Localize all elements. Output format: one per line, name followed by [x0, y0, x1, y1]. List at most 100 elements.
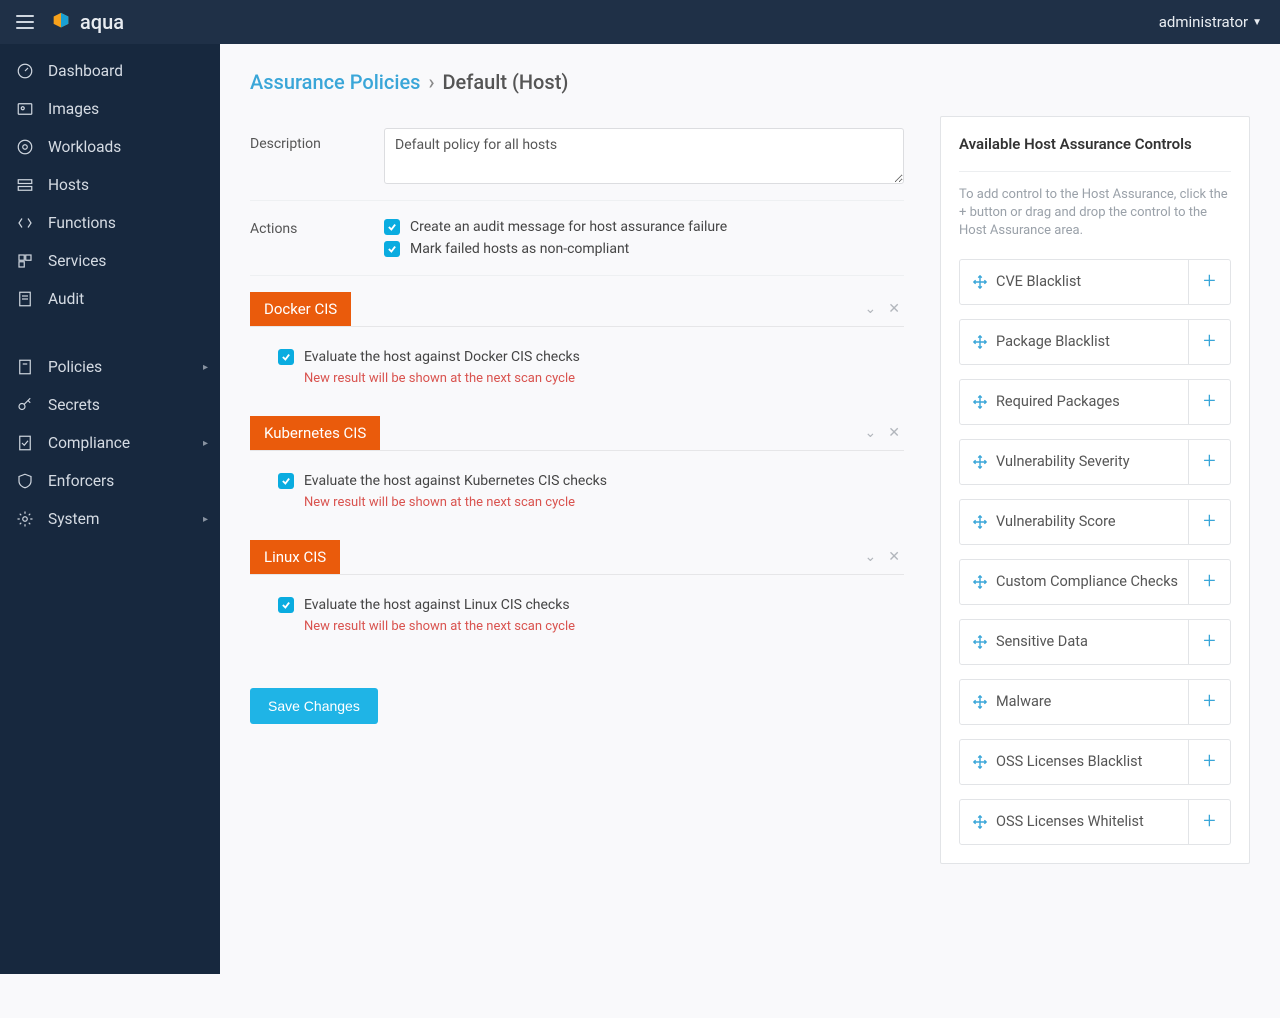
- sidebar-item-dashboard[interactable]: Dashboard: [0, 52, 220, 90]
- control-chip[interactable]: Sensitive Data +: [959, 619, 1231, 665]
- checkbox-row[interactable]: Create an audit message for host assuran…: [384, 219, 904, 235]
- nav-icon: [16, 100, 34, 118]
- cis-section: Linux CIS ⌄ ✕ Evaluate the host against …: [250, 540, 904, 648]
- cis-note: New result will be shown at the next sca…: [304, 619, 894, 634]
- chevron-down-icon[interactable]: ⌄: [865, 425, 877, 441]
- sidebar-item-hosts[interactable]: Hosts: [0, 166, 220, 204]
- sidebar-item-compliance[interactable]: Compliance ▸: [0, 424, 220, 462]
- sidebar: Dashboard Images Workloads Hosts Functio…: [0, 44, 220, 974]
- add-control-button[interactable]: +: [1188, 620, 1230, 664]
- sidebar-item-secrets[interactable]: Secrets: [0, 386, 220, 424]
- drag-icon[interactable]: [968, 755, 992, 769]
- nav-icon: [16, 396, 34, 414]
- drag-icon[interactable]: [968, 695, 992, 709]
- available-controls-title: Available Host Assurance Controls: [959, 135, 1231, 153]
- actions-label: Actions: [250, 213, 360, 237]
- add-control-button[interactable]: +: [1188, 560, 1230, 604]
- nav-icon: [16, 138, 34, 156]
- sidebar-item-services[interactable]: Services: [0, 242, 220, 280]
- drag-icon[interactable]: [968, 395, 992, 409]
- breadcrumb-parent[interactable]: Assurance Policies: [250, 70, 420, 94]
- checkbox-icon: [384, 241, 400, 257]
- control-chip[interactable]: Vulnerability Severity +: [959, 439, 1231, 485]
- app-logo[interactable]: aqua: [50, 10, 124, 34]
- sidebar-item-images[interactable]: Images: [0, 90, 220, 128]
- control-chip[interactable]: CVE Blacklist +: [959, 259, 1231, 305]
- sidebar-item-label: Functions: [48, 214, 116, 232]
- drag-icon[interactable]: [968, 635, 992, 649]
- sidebar-item-policies[interactable]: Policies ▸: [0, 348, 220, 386]
- chevron-right-icon: ▸: [203, 362, 208, 373]
- nav-icon: [16, 472, 34, 490]
- control-label: Sensitive Data: [996, 633, 1188, 650]
- breadcrumb: Assurance Policies › Default (Host): [250, 70, 1250, 94]
- sidebar-item-label: System: [48, 510, 99, 528]
- nav-icon: [16, 214, 34, 232]
- checkbox-icon: [278, 473, 294, 489]
- add-control-button[interactable]: +: [1188, 380, 1230, 424]
- close-icon[interactable]: ✕: [888, 425, 900, 441]
- cis-note: New result will be shown at the next sca…: [304, 371, 894, 386]
- cis-note: New result will be shown at the next sca…: [304, 495, 894, 510]
- drag-icon[interactable]: [968, 335, 992, 349]
- sidebar-item-label: Policies: [48, 358, 102, 376]
- cis-section: Kubernetes CIS ⌄ ✕ Evaluate the host aga…: [250, 416, 904, 524]
- description-input[interactable]: [384, 128, 904, 184]
- cis-check-label: Evaluate the host against Linux CIS chec…: [304, 597, 570, 613]
- close-icon[interactable]: ✕: [888, 301, 900, 317]
- control-label: OSS Licenses Whitelist: [996, 813, 1188, 830]
- add-control-button[interactable]: +: [1188, 500, 1230, 544]
- breadcrumb-current: Default (Host): [442, 70, 568, 94]
- drag-icon[interactable]: [968, 455, 992, 469]
- cis-checkbox-row[interactable]: Evaluate the host against Docker CIS che…: [278, 349, 894, 365]
- control-chip[interactable]: Required Packages +: [959, 379, 1231, 425]
- add-control-button[interactable]: +: [1188, 680, 1230, 724]
- sidebar-item-label: Enforcers: [48, 472, 114, 490]
- control-chip[interactable]: OSS Licenses Whitelist +: [959, 799, 1231, 845]
- cis-checkbox-row[interactable]: Evaluate the host against Linux CIS chec…: [278, 597, 894, 613]
- sidebar-item-enforcers[interactable]: Enforcers: [0, 462, 220, 500]
- drag-icon[interactable]: [968, 575, 992, 589]
- drag-icon[interactable]: [968, 275, 992, 289]
- control-chip[interactable]: Package Blacklist +: [959, 319, 1231, 365]
- cis-check-label: Evaluate the host against Docker CIS che…: [304, 349, 580, 365]
- sidebar-item-system[interactable]: System ▸: [0, 500, 220, 538]
- checkbox-icon: [278, 597, 294, 613]
- sidebar-item-label: Compliance: [48, 434, 130, 452]
- control-label: OSS Licenses Blacklist: [996, 753, 1188, 770]
- control-chip[interactable]: Malware +: [959, 679, 1231, 725]
- sidebar-item-label: Services: [48, 252, 106, 270]
- chevron-down-icon[interactable]: ⌄: [865, 549, 877, 565]
- add-control-button[interactable]: +: [1188, 800, 1230, 844]
- control-label: CVE Blacklist: [996, 273, 1188, 290]
- chevron-down-icon[interactable]: ⌄: [865, 301, 877, 317]
- drag-icon[interactable]: [968, 815, 992, 829]
- sidebar-item-workloads[interactable]: Workloads: [0, 128, 220, 166]
- main: Assurance Policies › Default (Host) Desc…: [220, 44, 1280, 974]
- control-label: Vulnerability Severity: [996, 453, 1188, 470]
- drag-icon[interactable]: [968, 515, 992, 529]
- cis-checkbox-row[interactable]: Evaluate the host against Kubernetes CIS…: [278, 473, 894, 489]
- add-control-button[interactable]: +: [1188, 260, 1230, 304]
- control-chip[interactable]: OSS Licenses Blacklist +: [959, 739, 1231, 785]
- cis-check-label: Evaluate the host against Kubernetes CIS…: [304, 473, 607, 489]
- cis-title: Docker CIS: [250, 292, 351, 326]
- sidebar-item-label: Audit: [48, 290, 84, 308]
- checkbox-row[interactable]: Mark failed hosts as non-compliant: [384, 241, 904, 257]
- control-chip[interactable]: Vulnerability Score +: [959, 499, 1231, 545]
- sidebar-item-label: Workloads: [48, 138, 121, 156]
- sidebar-item-functions[interactable]: Functions: [0, 204, 220, 242]
- description-label: Description: [250, 128, 360, 152]
- add-control-button[interactable]: +: [1188, 440, 1230, 484]
- sidebar-item-label: Dashboard: [48, 62, 123, 80]
- checkbox-icon: [384, 219, 400, 235]
- add-control-button[interactable]: +: [1188, 740, 1230, 784]
- menu-toggle[interactable]: [10, 9, 40, 35]
- app-name: aqua: [80, 10, 124, 34]
- control-chip[interactable]: Custom Compliance Checks +: [959, 559, 1231, 605]
- sidebar-item-audit[interactable]: Audit: [0, 280, 220, 318]
- add-control-button[interactable]: +: [1188, 320, 1230, 364]
- close-icon[interactable]: ✕: [888, 549, 900, 565]
- save-button[interactable]: Save Changes: [250, 688, 378, 724]
- user-menu[interactable]: administrator ▼: [1159, 13, 1262, 31]
